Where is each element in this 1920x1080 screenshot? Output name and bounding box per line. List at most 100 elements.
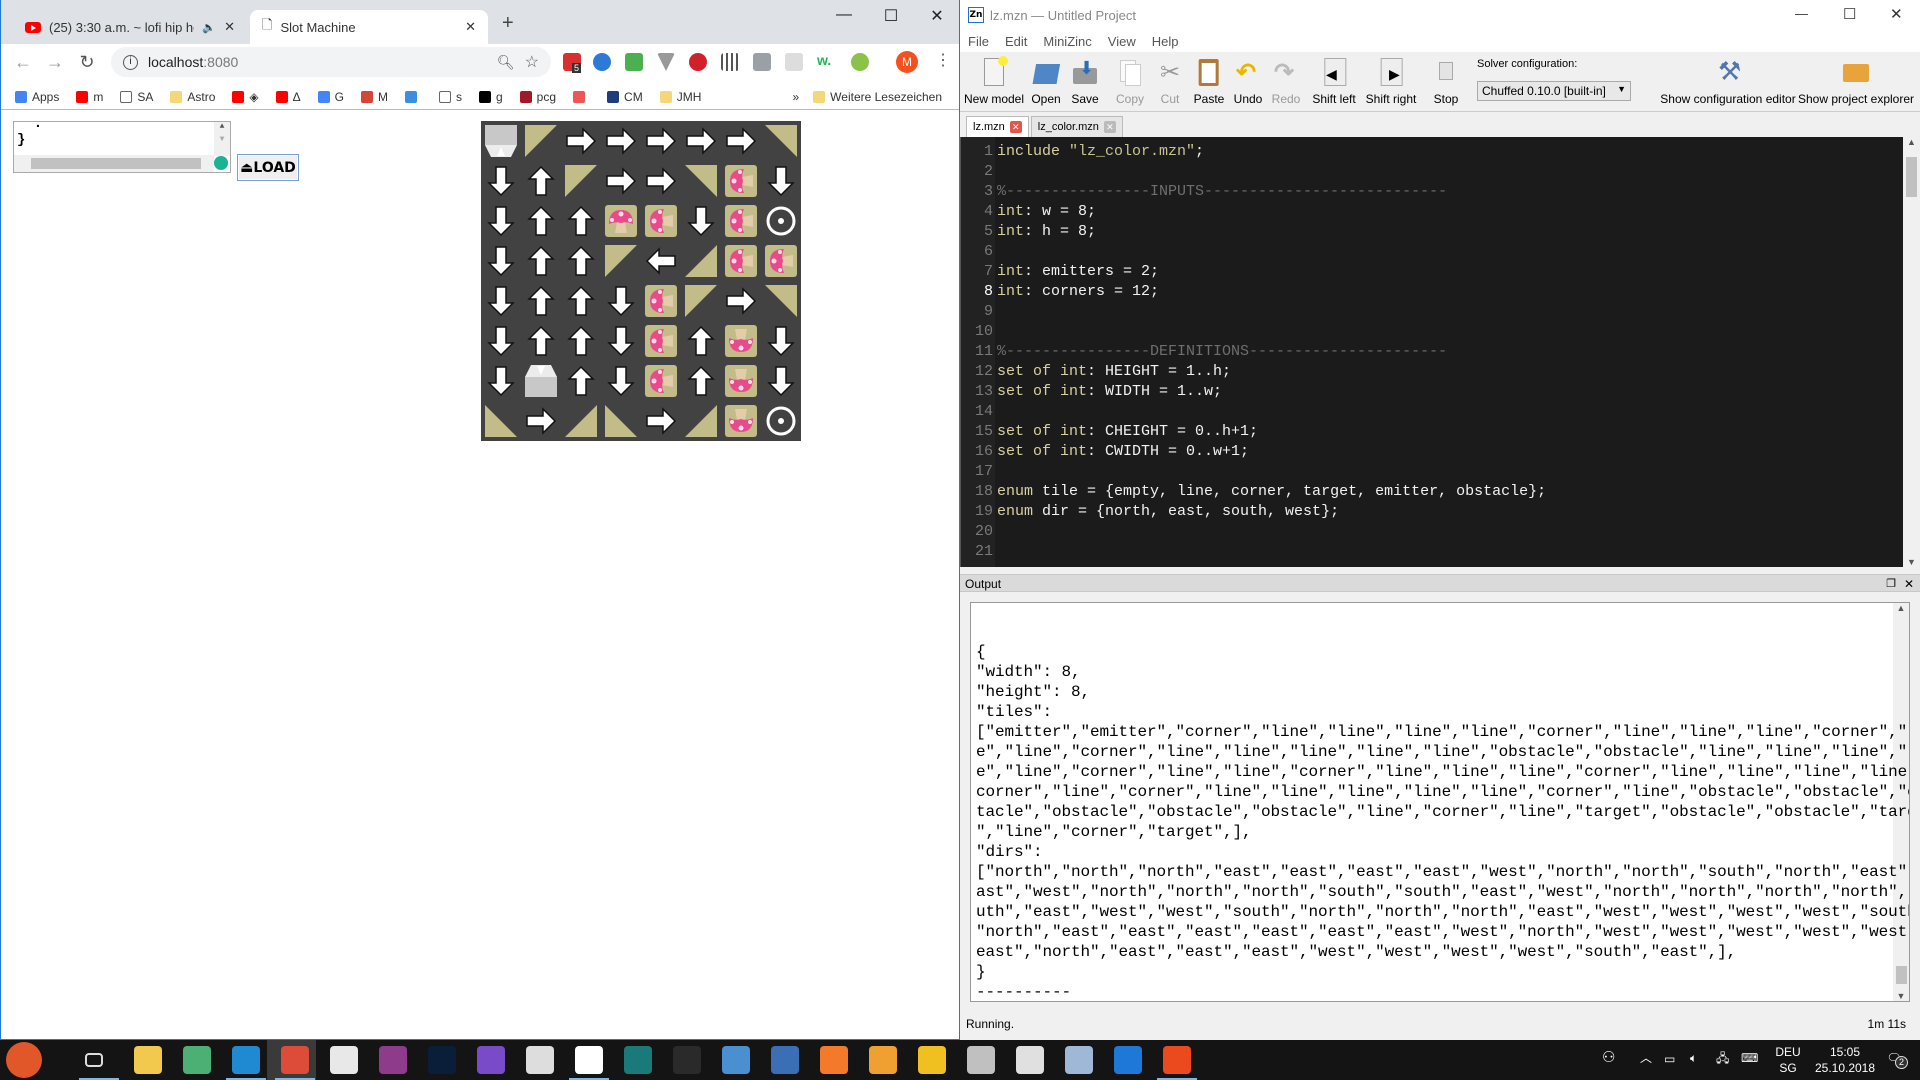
extension-w-icon[interactable]: w. xyxy=(817,52,831,68)
textarea-horizontal-scrollbar[interactable] xyxy=(14,155,214,172)
tile-obstacle[interactable] xyxy=(645,205,677,237)
menu-view[interactable]: View xyxy=(1108,34,1136,49)
taskbar-dictionary-icon[interactable] xyxy=(771,1046,799,1074)
taskbar-blender-icon[interactable] xyxy=(820,1046,848,1074)
forward-button[interactable]: → xyxy=(43,52,67,73)
taskbar-k-app-icon[interactable] xyxy=(673,1046,701,1074)
bookmark-item[interactable]: s xyxy=(438,90,462,104)
extension-todo-icon[interactable]: 5 xyxy=(563,53,582,73)
minimize-button[interactable]: — xyxy=(1795,6,1808,21)
taskbar-file-explorer-icon[interactable] xyxy=(134,1046,162,1074)
show-configuration-editor-button[interactable]: ⚒ Show configuration editor xyxy=(1660,56,1795,106)
cut-button[interactable]: ✂ Cut xyxy=(1156,58,1184,106)
taskbar-visual-studio-icon[interactable] xyxy=(477,1046,505,1074)
bookmark-item[interactable]: g xyxy=(478,90,503,104)
tab-close-icon[interactable]: ✕ xyxy=(465,19,476,35)
taskbar-minizinc-icon[interactable] xyxy=(575,1046,603,1074)
bookmark-item[interactable]: JMH xyxy=(659,90,701,104)
maximize-button[interactable]: ☐ xyxy=(876,6,906,26)
bookmark-item[interactable]: ◈ xyxy=(232,90,259,104)
shift-left-button[interactable]: ◀ Shift left xyxy=(1312,58,1356,106)
speaker-icon[interactable]: 🔈 xyxy=(202,21,216,34)
chevron-up-icon[interactable]: ︿ xyxy=(1640,1050,1652,1066)
close-tab-icon[interactable]: ✕ xyxy=(1103,121,1116,133)
star-icon[interactable]: ☆ xyxy=(525,52,539,72)
tab-slot-machine[interactable]: 🗋 Slot Machine ✕ xyxy=(250,10,488,44)
open-button[interactable]: Open xyxy=(1031,58,1061,106)
taskbar-edge-icon[interactable] xyxy=(1114,1046,1142,1074)
grammarly-icon[interactable] xyxy=(214,156,228,170)
bookmark-item[interactable]: pcg xyxy=(519,90,556,104)
clock[interactable]: 15:05 25.10.2018 xyxy=(1810,1044,1880,1076)
back-button[interactable]: ← xyxy=(11,52,35,73)
zoom-icon[interactable]: 🔍︎ xyxy=(497,54,515,71)
reload-button[interactable]: ↻ xyxy=(75,52,99,73)
paste-button[interactable]: Paste xyxy=(1194,58,1224,106)
taskbar-cube-app-icon[interactable] xyxy=(1065,1046,1093,1074)
extension-map-icon[interactable] xyxy=(785,53,803,71)
taskbar-photoshop-icon[interactable] xyxy=(428,1046,456,1074)
json-textarea[interactable]: "": "" "" "" "" ""} ▲ ▼ xyxy=(13,121,231,173)
close-window-button[interactable]: ✕ xyxy=(922,6,952,26)
editor-scrollbar[interactable]: ▲ ▼ xyxy=(1903,137,1920,567)
extension-vue-icon[interactable] xyxy=(657,53,675,71)
undock-icon[interactable]: ❐ xyxy=(1886,575,1896,593)
undo-button[interactable]: ↶ Undo xyxy=(1234,58,1263,106)
extension-play-icon[interactable] xyxy=(851,53,869,71)
minimize-button[interactable]: — xyxy=(829,6,859,24)
taskbar-task-view-icon[interactable] xyxy=(85,1053,103,1067)
input-language[interactable]: DEU SG xyxy=(1773,1044,1803,1076)
save-button[interactable]: ⬇ Save xyxy=(1071,58,1099,106)
tile-obstacle[interactable] xyxy=(725,205,757,237)
tab-youtube[interactable]: (25) 3:30 a.m. ~ lofi hip hop / 🔈 ✕ xyxy=(13,10,247,44)
tile-obstacle[interactable] xyxy=(605,205,637,237)
redo-button[interactable]: ↷ Redo xyxy=(1272,58,1301,106)
taskbar-ai-app-icon[interactable] xyxy=(967,1046,995,1074)
code-editor[interactable]: ▲ ▼ 1 include "lz_color.mzn"; 2 3 %----------… xyxy=(960,137,1920,567)
bookmark-item[interactable]: SA xyxy=(120,90,153,104)
editor-tab[interactable]: lz.mzn ✕ xyxy=(966,116,1029,137)
textarea-vertical-scrollbar[interactable]: ▲ ▼ xyxy=(214,122,230,156)
taskbar-mathematica-icon[interactable] xyxy=(379,1046,407,1074)
taskbar-fl-studio-icon[interactable] xyxy=(869,1046,897,1074)
tile-obstacle[interactable] xyxy=(725,405,757,437)
bookmark-item[interactable]: CM xyxy=(607,90,643,104)
extension-download-icon[interactable] xyxy=(625,53,643,71)
battery-icon[interactable]: ▭ xyxy=(1664,1051,1675,1067)
volume-icon[interactable]: 🔈︎ xyxy=(1690,1050,1697,1066)
tile-obstacle[interactable] xyxy=(645,285,677,317)
close-window-button[interactable]: ✕ xyxy=(1890,5,1903,23)
tile-obstacle[interactable] xyxy=(765,245,797,277)
network-icon[interactable]: 🖧︎ xyxy=(1716,1050,1729,1066)
taskbar-compass-app-icon[interactable] xyxy=(918,1046,946,1074)
bookmark-item[interactable]: Apps xyxy=(15,90,59,104)
info-icon[interactable]: i xyxy=(123,54,138,70)
address-bar[interactable]: i localhost:8080 🔍︎ ☆ xyxy=(111,47,551,77)
extension-grid-icon[interactable] xyxy=(721,53,739,71)
taskbar-remote-desktop-icon[interactable] xyxy=(722,1046,750,1074)
output-text[interactable]: ▲ ▼ {"width": 8, "height": 8, "tiles": ["emi… xyxy=(970,602,1910,1002)
close-tab-icon[interactable]: ✕ xyxy=(1009,121,1022,133)
taskbar-store-icon[interactable] xyxy=(330,1046,358,1074)
profile-avatar[interactable]: M xyxy=(896,51,918,73)
tile-obstacle[interactable] xyxy=(645,325,677,357)
shift-right-button[interactable]: ▶ Shift right xyxy=(1366,58,1416,106)
tile-obstacle[interactable] xyxy=(645,365,677,397)
taskbar-monitor-app-icon[interactable] xyxy=(1016,1046,1044,1074)
extension-clock-icon[interactable] xyxy=(593,53,611,71)
bookmark-item[interactable] xyxy=(573,90,590,103)
keyboard-icon[interactable]: ⌨︎ xyxy=(1741,1050,1758,1066)
taskbar-start-icon[interactable] xyxy=(6,1042,42,1078)
solver-config-select[interactable]: Chuffed 0.10.0 [built-in] ▼ xyxy=(1477,81,1631,101)
tile-obstacle[interactable] xyxy=(725,165,757,197)
load-button[interactable]: ⏏LOAD xyxy=(237,154,299,181)
tile-obstacle[interactable] xyxy=(725,245,757,277)
stop-button[interactable]: Stop xyxy=(1432,58,1460,106)
extension-code-icon[interactable] xyxy=(753,53,771,71)
menu-edit[interactable]: Edit xyxy=(1005,34,1027,49)
bookmark-item[interactable] xyxy=(404,90,422,103)
tile-obstacle[interactable] xyxy=(725,365,757,397)
show-project-explorer-button[interactable]: Show project explorer xyxy=(1798,58,1914,106)
close-panel-icon[interactable]: ✕ xyxy=(1904,575,1914,593)
menu-file[interactable]: File xyxy=(968,34,989,49)
